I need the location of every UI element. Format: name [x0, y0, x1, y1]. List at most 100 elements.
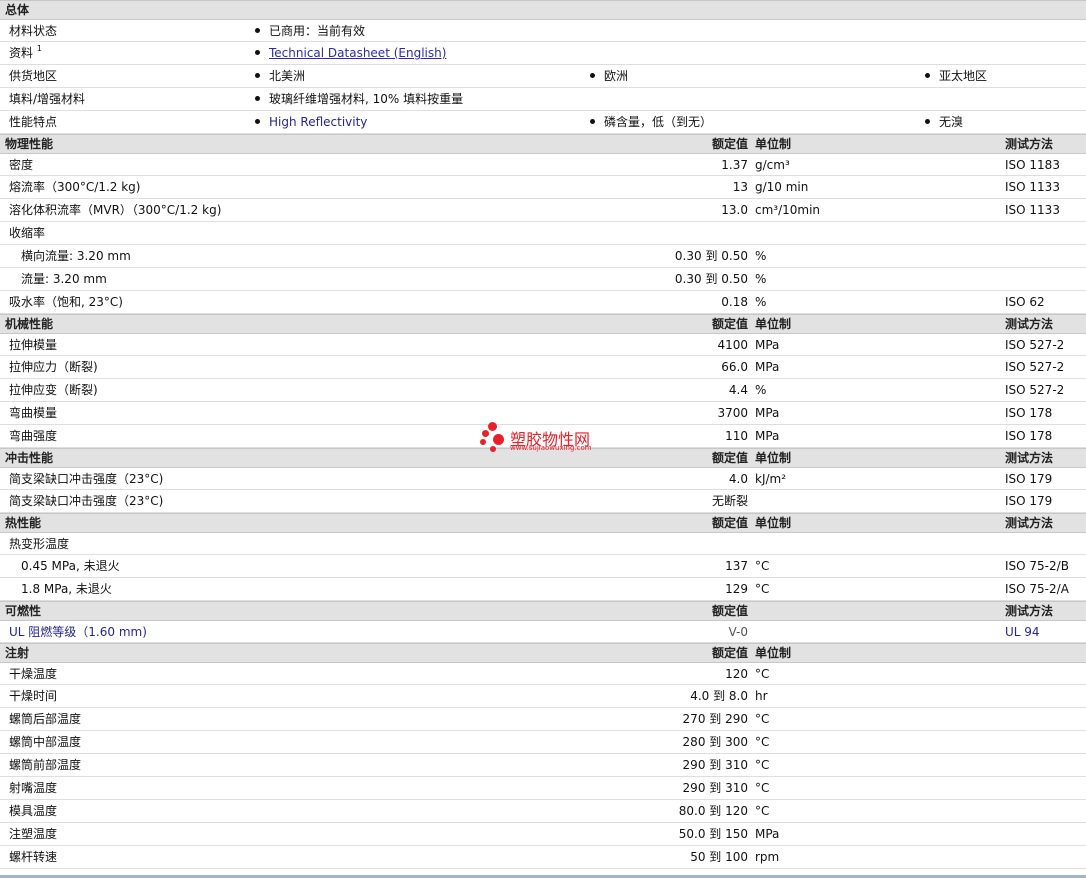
property-value: 290 到 310	[682, 758, 748, 772]
property-value: 137	[725, 559, 748, 573]
property-label: 弯曲强度	[9, 429, 58, 443]
property-label: 横向流量: 3.20 mm	[21, 249, 131, 263]
property-value: 280 到 300	[682, 735, 748, 749]
region-label: 供货地区	[9, 69, 58, 83]
footnote-marker: 1	[36, 44, 42, 53]
property-value: 120	[725, 667, 748, 681]
bullet-icon	[255, 28, 260, 33]
feature-cell: 磷含量，低（到无）	[590, 111, 712, 133]
property-value: 3700	[717, 406, 748, 420]
unit-header: 单位制	[755, 451, 792, 465]
bullet-icon	[255, 119, 260, 124]
property-row: 简支梁缺口冲击强度（23°C) 无断裂 ISO 179	[0, 490, 1086, 513]
property-value: 110	[725, 429, 748, 443]
unit-header: 单位制	[755, 516, 792, 530]
region-cell: 亚太地区	[925, 65, 987, 87]
property-method: ISO 1133	[1005, 180, 1060, 194]
property-method: ISO 179	[1005, 472, 1053, 486]
property-unit: °C	[755, 582, 770, 596]
info-row: 资料 1 Technical Datasheet (English)	[0, 42, 1086, 65]
logo-dot-icon	[482, 430, 489, 437]
property-row: 射嘴温度 290 到 310 °C	[0, 777, 1086, 800]
bullet-icon	[255, 73, 260, 78]
status-value: 已商用：当前有效	[269, 24, 366, 38]
property-label: 模具温度	[9, 804, 58, 818]
property-row: 密度 1.37 g/cm³ ISO 1183	[0, 154, 1086, 176]
features-label: 性能特点	[9, 115, 58, 129]
filler-label: 填料/增强材料	[9, 92, 86, 106]
property-label: 熔流率（300°C/1.2 kg)	[9, 180, 141, 194]
section-title: 物理性能	[5, 137, 54, 151]
property-label: 流量: 3.20 mm	[21, 272, 107, 286]
property-row: 干燥温度 120 °C	[0, 663, 1086, 685]
value-header: 额定值	[711, 137, 748, 151]
property-value: 1.37	[721, 158, 748, 172]
property-label: 1.8 MPa, 未退火	[21, 582, 112, 596]
property-unit: %	[755, 295, 767, 309]
property-label: 螺筒前部温度	[9, 758, 82, 772]
status-label: 材料状态	[9, 24, 58, 38]
property-unit: g/10 min	[755, 180, 809, 194]
property-label: 螺筒中部温度	[9, 735, 82, 749]
property-value: 4.0	[728, 472, 748, 486]
property-value: 50.0 到 150	[678, 827, 748, 841]
property-label: UL 阻燃等级（1.60 mm)	[9, 625, 147, 639]
value-header: 额定值	[711, 451, 748, 465]
property-row: 拉伸模量 4100 MPa ISO 527-2	[0, 334, 1086, 356]
property-label: 注塑温度	[9, 827, 58, 841]
property-value: V-0	[728, 625, 748, 639]
filler-row: 填料/增强材料 玻璃纤维增强材料, 10% 填料按重量	[0, 88, 1086, 111]
property-row: 拉伸应变（断裂) 4.4% ISO 527-2	[0, 379, 1086, 402]
property-row: 螺筒前部温度 290 到 310 °C	[0, 754, 1086, 777]
feature-cell: High Reflectivity	[255, 111, 367, 133]
property-unit: MPa	[755, 406, 780, 420]
unit-header: 单位制	[755, 646, 792, 660]
property-label: 射嘴温度	[9, 781, 58, 795]
section-flammability-header: 可燃性 额定值 测试方法	[0, 601, 1086, 621]
section-title: 热性能	[5, 516, 42, 530]
property-method: ISO 527-2	[1005, 383, 1065, 397]
region-row: 供货地区 北美洲 欧洲 亚太地区	[0, 65, 1086, 88]
property-unit: kJ/m²	[755, 472, 787, 486]
property-label: 收缩率	[9, 226, 46, 240]
value-header: 额定值	[711, 317, 748, 331]
property-unit: rpm	[755, 850, 780, 864]
value-header: 额定值	[711, 604, 748, 618]
info-label: 资料	[9, 46, 34, 60]
info-label-cell: 资料 1	[9, 42, 42, 64]
property-unit: cm³/10min	[755, 203, 821, 217]
property-unit: g/cm³	[755, 158, 790, 172]
property-method: ISO 62	[1005, 295, 1045, 309]
property-row: 熔流率（300°C/1.2 kg) 13 g/10 min ISO 1133	[0, 176, 1086, 199]
filler-cell: 玻璃纤维增强材料, 10% 填料按重量	[255, 88, 463, 110]
section-title: 冲击性能	[5, 451, 54, 465]
property-label: 干燥温度	[9, 667, 58, 681]
property-value: 80.0 到 120	[678, 804, 748, 818]
feature-low-phosphorus: 磷含量，低（到无）	[604, 115, 713, 129]
property-row: 1.8 MPa, 未退火 129 °C ISO 75-2/A	[0, 578, 1086, 601]
status-row: 材料状态 已商用：当前有效	[0, 20, 1086, 42]
region-cell: 欧洲	[590, 65, 628, 87]
property-row: 干燥时间 4.0 到 8.0 hr	[0, 685, 1086, 708]
property-value: 0.30 到 0.50	[674, 272, 748, 286]
property-value: 4.4	[728, 383, 748, 397]
property-label: 拉伸应变（断裂)	[9, 383, 98, 397]
status-cell: 已商用：当前有效	[255, 20, 365, 42]
method-header: 测试方法	[1005, 516, 1054, 530]
property-value: 66.0	[721, 360, 748, 374]
property-unit: %	[755, 272, 767, 286]
property-value: 129	[725, 582, 748, 596]
section-title: 总体	[5, 3, 30, 17]
property-method: ISO 1133	[1005, 203, 1060, 217]
method-header: 测试方法	[1005, 317, 1054, 331]
method-header: 测试方法	[1005, 451, 1054, 465]
property-label: 拉伸模量	[9, 338, 58, 352]
region-asia-pacific: 亚太地区	[939, 69, 988, 83]
property-label: 热变形温度	[9, 537, 70, 551]
bullet-icon	[590, 73, 595, 78]
property-value: 0.30 到 0.50	[674, 249, 748, 263]
logo-dot-icon	[488, 422, 497, 431]
property-label: 干燥时间	[9, 689, 58, 703]
unit-header: 单位制	[755, 137, 792, 151]
datasheet-link[interactable]: Technical Datasheet (English)	[269, 46, 446, 60]
